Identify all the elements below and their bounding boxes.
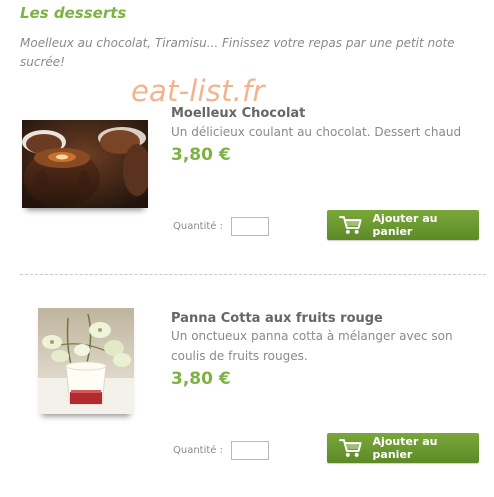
panna-cotta-photo	[38, 308, 134, 414]
quantity-label: Quantité :	[173, 221, 223, 232]
quantity-label: Quantité :	[173, 445, 223, 456]
section-intro: Moelleux au chocolat, Tiramisu... Finiss…	[20, 36, 455, 69]
product-description: Un délicieux coulant au chocolat. Desser…	[171, 125, 462, 139]
product-price: 3,80 €	[171, 145, 231, 165]
add-to-cart-button[interactable]: Ajouter au panier	[327, 210, 479, 240]
quantity-input[interactable]	[231, 217, 269, 236]
product-name[interactable]: Moelleux Chocolat	[171, 106, 305, 121]
section-title: Les desserts	[20, 4, 127, 22]
product-separator	[20, 274, 486, 275]
product-price: 3,80 €	[171, 369, 231, 389]
quantity-input[interactable]	[231, 441, 269, 460]
add-to-cart-label: Ajouter au panier	[372, 435, 438, 461]
watermark: eat-list.fr	[131, 74, 265, 108]
shopping-cart-icon	[339, 216, 362, 234]
shopping-cart-icon	[339, 439, 362, 457]
product-image-panna-cotta[interactable]	[38, 308, 134, 414]
add-to-cart-label: Ajouter au panier	[372, 212, 438, 238]
add-to-cart-button[interactable]: Ajouter au panier	[327, 433, 479, 463]
product-image-moelleux[interactable]	[22, 120, 148, 208]
product-description: Un onctueux panna cotta à mélanger avec …	[171, 329, 453, 363]
product-name[interactable]: Panna Cotta aux fruits rouge	[171, 311, 383, 326]
chocolate-lava-cake-photo	[22, 120, 148, 208]
